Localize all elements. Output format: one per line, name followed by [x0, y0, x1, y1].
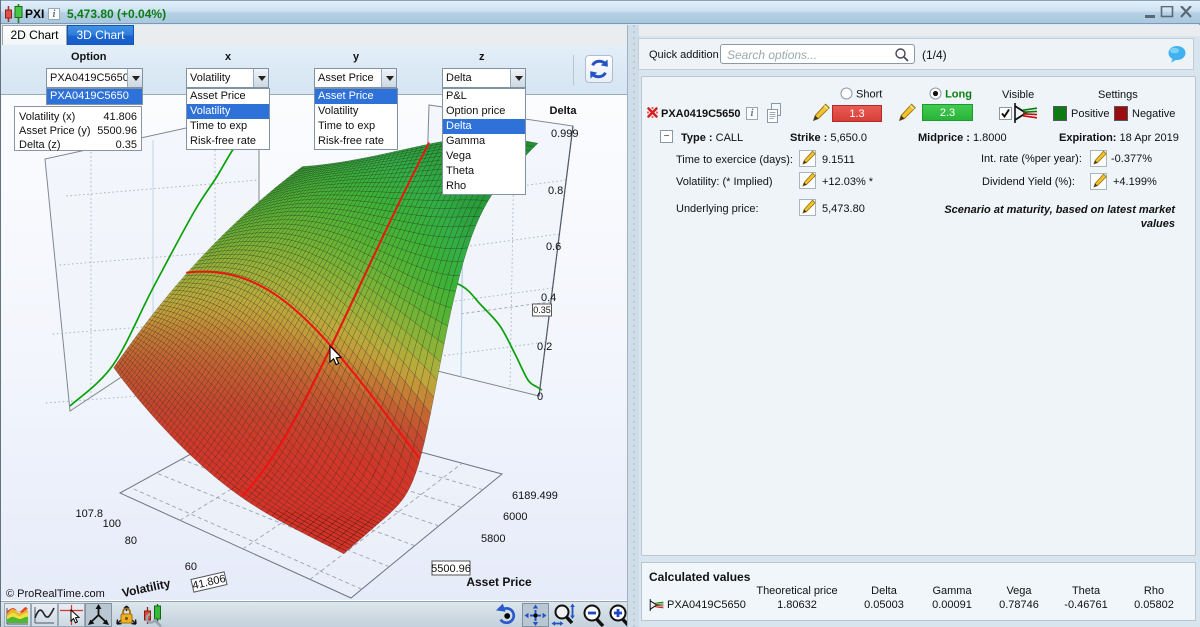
svg-text:0.999: 0.999 — [551, 128, 579, 140]
svg-text:0.8: 0.8 — [548, 185, 563, 197]
svg-text:5800: 5800 — [481, 533, 505, 545]
svg-text:Asset Price: Asset Price — [466, 575, 532, 589]
svg-text:107.8: 107.8 — [75, 508, 103, 520]
svg-text:0: 0 — [537, 391, 543, 403]
svg-text:0.6: 0.6 — [546, 241, 561, 253]
svg-text:Delta: Delta — [550, 105, 578, 117]
svg-text:0.35: 0.35 — [533, 305, 551, 315]
svg-text:60: 60 — [185, 561, 197, 573]
svg-text:0.4: 0.4 — [541, 292, 556, 304]
svg-text:6189.499: 6189.499 — [512, 490, 558, 502]
svg-text:5500.96: 5500.96 — [431, 563, 471, 575]
svg-text:6000: 6000 — [503, 511, 527, 523]
svg-text:100: 100 — [103, 518, 121, 530]
svg-text:0.2: 0.2 — [537, 341, 552, 353]
svg-text:80: 80 — [125, 535, 137, 547]
